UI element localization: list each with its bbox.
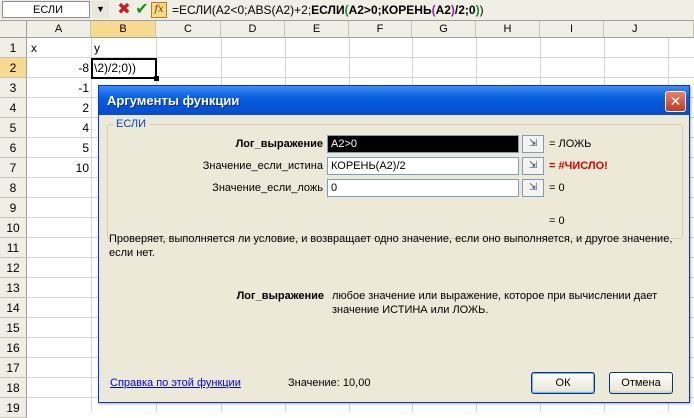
row-header[interactable]: 6 bbox=[0, 138, 27, 158]
row-header[interactable]: 2 bbox=[0, 58, 27, 78]
function-result: = 0 bbox=[549, 215, 565, 227]
formula-value: Значение: 10,00 bbox=[288, 377, 370, 389]
column-header-f[interactable]: F bbox=[349, 21, 412, 38]
dialog-title: Аргументы функции bbox=[107, 93, 240, 108]
row-header[interactable]: 1 bbox=[0, 38, 27, 58]
column-header-a[interactable]: A bbox=[27, 21, 91, 38]
arg-result: = ЛОЖЬ bbox=[549, 138, 592, 150]
column-header-b[interactable]: B bbox=[91, 21, 156, 38]
column-header-c[interactable]: C bbox=[156, 21, 221, 38]
row-header[interactable]: 19 bbox=[0, 398, 27, 418]
row-header[interactable]: 15 bbox=[0, 318, 27, 338]
cell-a6[interactable]: 5 bbox=[29, 138, 89, 158]
select-all-corner[interactable] bbox=[0, 21, 27, 38]
fill-handle[interactable] bbox=[154, 76, 159, 81]
row-header[interactable]: 16 bbox=[0, 338, 27, 358]
cell-a1[interactable]: x bbox=[31, 38, 89, 58]
collapse-dialog-icon[interactable]: ⇲ bbox=[522, 157, 544, 175]
collapse-dialog-icon[interactable]: ⇲ bbox=[522, 179, 544, 197]
dialog-title-bar[interactable]: Аргументы функции ✕ bbox=[99, 86, 689, 115]
row-header[interactable]: 5 bbox=[0, 118, 27, 138]
enter-check-icon[interactable]: ✔ bbox=[134, 0, 150, 20]
arg-label-value-if-false: Значение_если_ложь bbox=[212, 182, 323, 194]
column-header-d[interactable]: D bbox=[221, 21, 285, 38]
formula-bar: ЕСЛИ ▼ ✖ ✔ fx =ЕСЛИ(A2<0;ABS(A2)+2;ЕСЛИ(… bbox=[0, 0, 694, 21]
cell-b1[interactable]: y bbox=[94, 38, 154, 58]
cell-a5[interactable]: 4 bbox=[29, 118, 89, 138]
row-header[interactable]: 12 bbox=[0, 258, 27, 278]
function-group-title: ЕСЛИ bbox=[113, 118, 150, 130]
gridline bbox=[91, 38, 92, 412]
formula-segment: ) bbox=[479, 3, 484, 17]
help-link[interactable]: Справка по этой функции bbox=[110, 377, 241, 389]
formula-input[interactable]: =ЕСЛИ(A2<0;ABS(A2)+2;ЕСЛИ(A2>0;КОРЕНЬ(A2… bbox=[172, 0, 484, 20]
logical-test-value: A2>0 bbox=[331, 138, 357, 150]
collapse-dialog-icon[interactable]: ⇲ bbox=[522, 135, 544, 153]
formula-value-number: 10,00 bbox=[342, 377, 371, 389]
formula-value-label: Значение: bbox=[288, 377, 340, 389]
close-button[interactable]: ✕ bbox=[665, 91, 686, 112]
cancel-icon[interactable]: ✖ bbox=[116, 0, 132, 20]
formula-segment: ЕСЛИ bbox=[311, 3, 345, 17]
row-header[interactable]: 9 bbox=[0, 198, 27, 218]
column-header-e[interactable]: E bbox=[285, 21, 349, 38]
value-if-false-input[interactable]: 0 bbox=[327, 179, 519, 197]
formula-segment: /2;0 bbox=[454, 3, 476, 17]
function-arguments-dialog: Аргументы функции ✕ ЕСЛИ Лог_выражение A… bbox=[98, 85, 690, 403]
cancel-button[interactable]: Отмена bbox=[609, 372, 673, 394]
arg-description-name: Лог_выражение bbox=[236, 290, 324, 302]
cell-a2[interactable]: -8 bbox=[29, 58, 89, 78]
arg-label-logical-test: Лог_выражение bbox=[235, 138, 323, 150]
formula-segment: =ЕСЛИ(A2<0;ABS(A2)+2; bbox=[172, 3, 312, 17]
cell-a3[interactable]: -1 bbox=[29, 78, 89, 98]
cell-b2-editing[interactable]: \2)/2;0)) bbox=[91, 58, 157, 79]
row-header[interactable]: 14 bbox=[0, 298, 27, 318]
column-header-j[interactable]: J bbox=[604, 21, 694, 38]
row-header[interactable]: 17 bbox=[0, 358, 27, 378]
arg-result: = 0 bbox=[549, 182, 565, 194]
value-if-true-input[interactable]: КОРЕНЬ(A2)/2 bbox=[327, 157, 519, 175]
name-box[interactable]: ЕСЛИ bbox=[2, 1, 90, 18]
formula-segment: A2 bbox=[435, 3, 451, 17]
name-box-dropdown-icon[interactable]: ▼ bbox=[92, 1, 109, 18]
ok-button[interactable]: ОК bbox=[531, 372, 595, 394]
column-header-i[interactable]: I bbox=[540, 21, 604, 38]
row-header[interactable]: 10 bbox=[0, 218, 27, 238]
column-header-g[interactable]: G bbox=[412, 21, 476, 38]
row-header[interactable]: 11 bbox=[0, 238, 27, 258]
arg-description-text: любое значение или выражение, которое пр… bbox=[332, 290, 658, 316]
row-header[interactable]: 4 bbox=[0, 98, 27, 118]
row-header[interactable]: 7 bbox=[0, 158, 27, 178]
row-header[interactable]: 18 bbox=[0, 378, 27, 398]
arg-label-value-if-true: Значение_если_истина bbox=[202, 160, 323, 172]
cell-a4[interactable]: 2 bbox=[29, 98, 89, 118]
column-header-h[interactable]: H bbox=[476, 21, 540, 38]
cell-a7[interactable]: 10 bbox=[29, 158, 89, 178]
insert-function-icon[interactable]: fx bbox=[151, 2, 167, 18]
row-header[interactable]: 3 bbox=[0, 78, 27, 98]
row-header[interactable]: 8 bbox=[0, 178, 27, 198]
function-description: Проверяет, выполняется ли условие, и воз… bbox=[109, 233, 673, 259]
formula-segment: A2>0;КОРЕНЬ bbox=[348, 3, 432, 17]
arg-result-error: = #ЧИСЛО! bbox=[549, 160, 608, 172]
logical-test-input[interactable]: A2>0 bbox=[327, 135, 519, 153]
row-header[interactable]: 13 bbox=[0, 278, 27, 298]
